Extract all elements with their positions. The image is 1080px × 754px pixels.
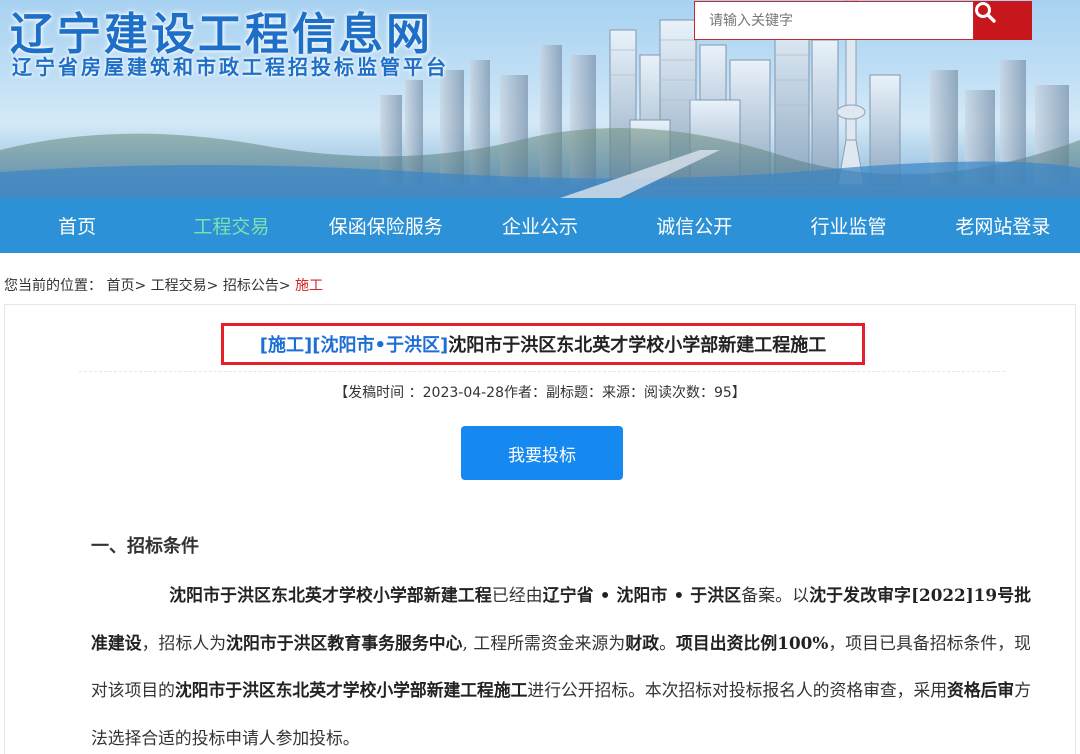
article-tag-region[interactable]: [沈阳市•于洪区] (312, 331, 448, 357)
breadcrumb-link-home[interactable]: 首页> (106, 278, 146, 294)
article-tag-type[interactable]: [施工] (260, 331, 312, 357)
nav-item-industry-supervision[interactable]: 行业监管 (771, 198, 925, 253)
nav-item-old-site-login[interactable]: 老网站登录 (926, 198, 1080, 253)
para-text: 备案。以 (741, 585, 810, 605)
para-review-method: 资格后审 (947, 680, 1015, 700)
search-icon (975, 2, 996, 23)
site-subtitle: 辽宁省房屋建筑和市政工程招投标监管平台 (12, 55, 449, 79)
breadcrumb-current: 施工 (295, 278, 324, 294)
para-investment-ratio: 项目出资比例100% (675, 632, 829, 653)
header-banner: 辽宁建设工程信息网 辽宁省房屋建筑和市政工程招投标监管平台 (0, 0, 1080, 198)
bid-button[interactable]: 我要投标 (461, 426, 623, 480)
nav-item-guarantee-insurance[interactable]: 保函保险服务 (309, 198, 463, 253)
para-text: ，招标人为 (141, 632, 227, 653)
article-container: [施工] [沈阳市•于洪区] 沈阳市于洪区东北英才学校小学部新建工程施工 【发稿… (4, 304, 1076, 754)
para-tenderer: 沈阳市于洪区教育事务服务中心 (226, 632, 463, 653)
nav-item-engineering-trading[interactable]: 工程交易 (154, 198, 308, 253)
breadcrumb-prefix: 您当前的位置： (4, 278, 102, 294)
para-text: 。 (659, 632, 676, 653)
section-heading-bid-conditions: 一、招标条件 (91, 536, 199, 557)
article-title: [施工] [沈阳市•于洪区] 沈阳市于洪区东北英才学校小学部新建工程施工 (221, 323, 865, 365)
breadcrumb-link-tender-notice[interactable]: 招标公告> (223, 278, 291, 294)
nav-item-credit-disclosure[interactable]: 诚信公开 (617, 198, 771, 253)
breadcrumb-link-engineering-trading[interactable]: 工程交易> (151, 278, 219, 294)
article-title-text: 沈阳市于洪区东北英才学校小学部新建工程施工 (448, 335, 827, 356)
para-project-name: 沈阳市于洪区东北英才学校小学部新建工程 (169, 585, 492, 605)
breadcrumb: 您当前的位置： 首页> 工程交易> 招标公告> 施工 (4, 275, 323, 295)
article-meta: 【发稿时间 ：2023-04-28作者：副标题：来源：阅读次数：95】 (334, 385, 746, 401)
para-bid-project: 沈阳市于洪区东北英才学校小学部新建工程施工 (174, 680, 528, 700)
search-button[interactable] (974, 1, 1032, 40)
main-nav: 首页 工程交易 保函保险服务 企业公示 诚信公开 行业监管 老网站登录 (0, 198, 1080, 253)
para-funding: 财政 (625, 632, 660, 653)
para-region: 辽宁省 • 沈阳市 • 于洪区 (542, 585, 742, 605)
para-text: , 工程所需资金来源为 (462, 632, 626, 653)
para-text: 已经由 (491, 585, 543, 605)
search-input[interactable] (709, 2, 973, 39)
nav-item-home[interactable]: 首页 (0, 198, 154, 253)
article-paragraph: 沈阳市于洪区东北英才学校小学部新建工程已经由辽宁省 • 沈阳市 • 于洪区备案。… (91, 572, 1031, 754)
nav-item-enterprise-disclosure[interactable]: 企业公示 (463, 198, 617, 253)
para-text: 进行公开招标。本次招标对投标报名人的资格审查，采用 (527, 680, 948, 700)
search-box (694, 1, 974, 40)
title-divider (79, 371, 1005, 372)
